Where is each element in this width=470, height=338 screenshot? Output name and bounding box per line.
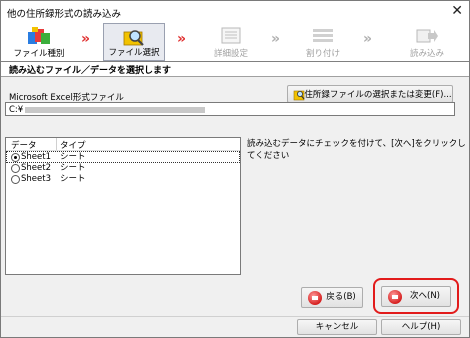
file-path-field[interactable]: C:¥ — [5, 102, 455, 116]
column-header-type[interactable]: タイプ — [60, 139, 86, 151]
step-arrow-icon: » — [363, 31, 372, 47]
section-title: 読み込むファイル／データを選択します — [9, 66, 172, 76]
list-item-sheet2[interactable]: Sheet2 シート — [7, 163, 239, 173]
file-type-icon — [28, 27, 50, 44]
list-item-sheet1[interactable]: Sheet1 シート — [6, 151, 240, 163]
next-arrow-icon — [388, 290, 402, 304]
next-label: 次へ(N) — [410, 291, 440, 301]
sheet-type: シート — [60, 152, 86, 162]
column-divider[interactable] — [56, 138, 57, 150]
instruction-text: 読み込むデータにチェックを付けて、[次へ]をクリックしてください — [247, 139, 466, 161]
step-file-select: ファイル選択 — [103, 23, 165, 61]
step-label: 詳細設定 — [213, 49, 248, 59]
step-label: ファイル種別 — [13, 49, 65, 59]
magnifier-folder-icon — [123, 30, 144, 46]
select-file-label: 住所録ファイルの選択または変更(F)... — [304, 90, 452, 100]
sheet-type: シート — [60, 163, 86, 173]
step-details: 詳細設定 — [201, 23, 261, 61]
import-dialog: 他の住所録形式の読み込み ✕ ファイル種別 » ファイル選択 » 詳細設定 » … — [0, 0, 470, 338]
step-file-type: ファイル種別 — [9, 23, 69, 61]
cancel-button[interactable]: キャンセル — [297, 319, 377, 335]
radio-button[interactable] — [11, 164, 20, 173]
address-book-icon — [293, 90, 305, 101]
sheet-name: Sheet3 — [21, 174, 51, 184]
sheet-name: Sheet2 — [21, 163, 51, 173]
back-button[interactable]: 戻る(B) — [301, 287, 363, 308]
help-label: ヘルプ(H) — [401, 322, 441, 332]
path-prefix: C:¥ — [9, 105, 24, 115]
step-assign: 割り付け — [293, 23, 353, 61]
divider — [1, 316, 469, 317]
help-button[interactable]: ヘルプ(H) — [381, 319, 461, 335]
window-title: 他の住所録形式の読み込み — [7, 9, 122, 20]
assign-icon — [313, 29, 333, 42]
import-icon — [416, 29, 438, 43]
details-icon — [221, 27, 241, 44]
next-button[interactable]: 次へ(N) — [381, 286, 451, 307]
title-bar: 他の住所録形式の読み込み ✕ — [1, 1, 469, 23]
step-import: 読み込み — [397, 23, 457, 61]
data-list[interactable]: データ タイプ Sheet1 シート Sheet2 シート Sheet3 シート — [5, 137, 241, 275]
section-header: 読み込むファイル／データを選択します — [1, 62, 469, 77]
step-label: 読み込み — [409, 49, 444, 59]
list-item-sheet3[interactable]: Sheet3 シート — [7, 174, 239, 184]
back-arrow-icon — [308, 291, 322, 305]
close-icon[interactable]: ✕ — [451, 3, 463, 19]
column-header-data[interactable]: データ — [11, 139, 37, 151]
step-arrow-icon: » — [177, 31, 186, 47]
step-label: ファイル選択 — [108, 48, 160, 58]
wizard-steps: ファイル種別 » ファイル選択 » 詳細設定 » 割り付け » 読み込み — [1, 23, 469, 61]
step-label: 割り付け — [305, 49, 340, 59]
sheet-type: シート — [60, 174, 86, 184]
redacted-path — [25, 106, 206, 113]
list-header: データ タイプ — [6, 138, 240, 151]
step-arrow-icon: » — [81, 31, 90, 47]
radio-button[interactable] — [11, 153, 20, 162]
radio-button[interactable] — [11, 175, 20, 184]
sheet-name: Sheet1 — [21, 152, 51, 162]
back-label: 戻る(B) — [326, 292, 356, 302]
step-arrow-icon: » — [271, 31, 280, 47]
cancel-label: キャンセル — [315, 322, 359, 332]
select-file-button[interactable]: 住所録ファイルの選択または変更(F)... — [287, 85, 453, 103]
